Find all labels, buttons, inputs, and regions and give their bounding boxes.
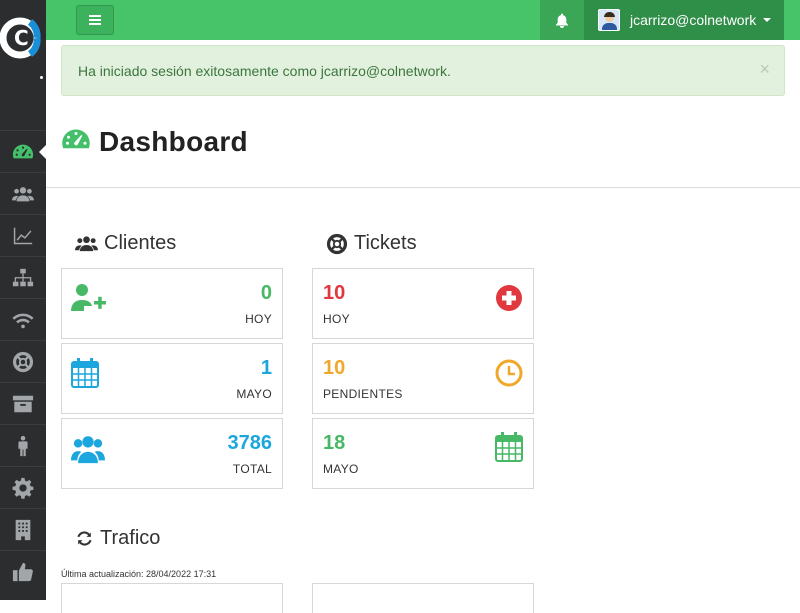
trafico-card-1[interactable] [61,583,283,613]
archive-icon [12,395,34,412]
plus-circle-icon [496,285,522,311]
trafico-card-2[interactable] [312,583,534,613]
line-chart-icon [13,227,33,244]
calendar-icon [71,358,99,388]
sidebar-item-person[interactable] [0,424,46,466]
clientes-hoy-value: 0 [260,282,272,304]
clientes-hoy-card[interactable]: 0 HOY [61,268,283,339]
sidebar: C [0,0,46,600]
bell-icon [556,13,568,28]
alert-message: Ha iniciado sesión exitosamente como jca… [78,63,451,79]
lifebuoy-icon [12,351,34,372]
tickets-hoy-label: HOY [323,312,350,326]
sidebar-menu [0,130,46,592]
clientes-total-value: 3786 [227,432,273,454]
tickets-mayo-label: MAYO [323,462,359,476]
person-icon [18,435,28,456]
tickets-pendientes-card[interactable]: 10 PENDIENTES [312,343,534,414]
svg-text:C: C [14,26,29,50]
tickets-mayo-card[interactable]: 18 MAYO [312,418,534,489]
clientes-hoy-label: HOY [245,312,272,326]
trafico-title: Trafico [100,527,161,549]
sidebar-item-archive[interactable] [0,382,46,424]
page-title: Dashboard [99,126,248,157]
last-updated-text: Última actualización: 28/04/2022 17:31 [61,569,217,579]
clientes-total-card[interactable]: 3786 TOTAL [61,418,283,489]
trafico-heading: Trafico [75,527,160,550]
success-alert: Ha iniciado sesión exitosamente como jca… [61,45,785,96]
lifebuoy-icon [326,233,348,254]
tickets-heading: Tickets [326,232,417,255]
sidebar-item-buildings[interactable] [0,508,46,550]
close-icon[interactable]: × [759,60,770,78]
sidebar-item-reports[interactable] [0,214,46,256]
tickets-mayo-value: 18 [323,432,346,454]
users-icon [71,436,105,464]
avatar [598,9,620,31]
tickets-pendientes-value: 10 [323,357,346,379]
thumbs-up-icon [12,562,33,581]
wifi-icon [12,313,34,328]
clientes-mayo-value: 1 [260,357,272,379]
clock-icon [495,359,523,387]
bars-icon [89,15,101,25]
calendar-icon [495,432,523,462]
top-navbar: jcarrizo@colnetwork [46,0,800,40]
clientes-total-label: TOTAL [232,462,272,476]
users-icon [12,186,34,201]
notifications-button[interactable] [540,0,584,40]
brand-logo[interactable]: C [0,0,46,88]
sidebar-item-feedback[interactable] [0,550,46,592]
sitemap-icon [12,268,34,286]
clientes-mayo-card[interactable]: 1 MAYO [61,343,283,414]
user-email: jcarrizo@colnetwork [630,12,757,28]
refresh-icon [77,531,92,546]
page-header: Dashboard [61,126,248,158]
tickets-pendientes-label: PENDIENTES [323,387,403,401]
sidebar-item-dashboard[interactable] [0,130,46,172]
sidebar-item-settings[interactable] [0,466,46,508]
dashboard-icon [62,129,90,149]
sidebar-item-users[interactable] [0,172,46,214]
clientes-title: Clientes [104,232,177,254]
users-icon [75,235,98,251]
tickets-title: Tickets [354,232,417,254]
dashboard-icon [12,144,34,158]
user-plus-icon [71,284,106,311]
sidebar-item-wifi[interactable] [0,298,46,340]
tickets-hoy-card[interactable]: 10 HOY [312,268,534,339]
sidebar-toggle-button[interactable] [76,5,114,35]
clientes-mayo-label: MAYO [236,387,272,401]
tickets-hoy-value: 10 [323,282,346,304]
header-divider [46,187,800,188]
building-icon [15,519,31,540]
cog-icon [12,477,34,499]
caret-down-icon [763,18,772,22]
sidebar-item-support[interactable] [0,340,46,382]
clientes-heading: Clientes [75,232,176,255]
user-menu-dropdown[interactable]: jcarrizo@colnetwork [584,0,784,40]
sidebar-item-network[interactable] [0,256,46,298]
